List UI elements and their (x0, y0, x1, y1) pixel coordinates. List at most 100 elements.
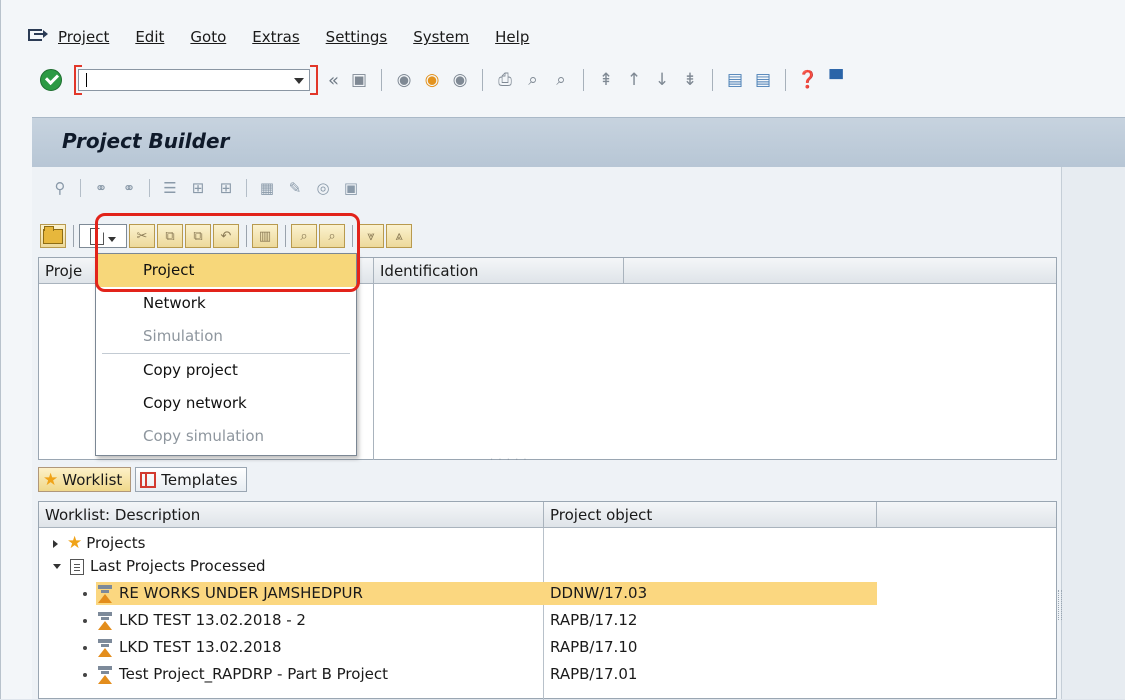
new-session-icon[interactable]: ▤ (724, 69, 746, 91)
template-icon (140, 471, 157, 488)
status-icon[interactable]: ◎ (312, 178, 334, 198)
menu-bar: Project Edit Goto Extras Settings System… (28, 22, 555, 52)
toolbar-separator (381, 69, 383, 91)
splitter-handle[interactable]: · · · · · (490, 455, 528, 466)
command-field-wrapper (74, 65, 318, 95)
command-history-dropdown-icon[interactable] (294, 78, 304, 84)
menu-settings[interactable]: Settings (326, 28, 388, 46)
project-object-value: RAPB/17.01 (550, 665, 638, 683)
bullet-icon (83, 618, 87, 623)
enter-check-icon[interactable] (40, 69, 62, 91)
table-row[interactable]: LKD TEST 13.02.2018 - 2 RAPB/17.12 (39, 609, 1056, 632)
hierarchy-icon[interactable]: ⊞ (187, 178, 209, 198)
next-page-icon[interactable]: ↓ (651, 69, 673, 91)
menu-item-copy-project[interactable]: Copy project (96, 354, 356, 387)
project-description: RE WORKS UNDER JAMSHEDPUR (119, 584, 363, 602)
project-description: LKD TEST 13.02.2018 - 2 (119, 611, 306, 629)
table-row[interactable]: RE WORKS UNDER JAMSHEDPUR DDNW/17.03 (39, 582, 1056, 605)
bullet-icon (83, 672, 87, 677)
structure-icon[interactable]: ☰ (159, 178, 181, 198)
switch-display-icon[interactable]: ⚲ (49, 178, 71, 198)
table-row[interactable]: Test Project_RAPDRP - Part B Project RAP… (39, 663, 1056, 686)
cancel-icon[interactable]: ◉ (449, 69, 471, 91)
expand-all-button[interactable]: ⩔ (358, 224, 384, 248)
customize-layout-icon[interactable]: ▀ (825, 69, 847, 91)
worklist-tabs: ★ Worklist Templates (38, 467, 251, 493)
project-description: Test Project_RAPDRP - Part B Project (119, 665, 388, 683)
paste-button[interactable]: ⧉ (185, 224, 211, 248)
undo-button[interactable]: ↶ (213, 224, 239, 248)
project-object-value: RAPB/17.10 (550, 638, 638, 656)
column-divider (373, 284, 374, 460)
collapse-all-button[interactable]: ⩓ (386, 224, 412, 248)
create-button[interactable] (79, 224, 127, 248)
first-page-icon[interactable]: ⇞ (595, 69, 617, 91)
expand-arrow-icon[interactable] (53, 539, 58, 548)
bullet-icon (83, 645, 87, 650)
standard-toolbar: « ▣ ◉ ◉ ◉ ⎙ ⌕ ⌕ ⇞ ↑ ↓ ⇟ ▤ ▤ ❓ ▀ (0, 60, 1125, 100)
find-button[interactable]: ⌕ (291, 224, 317, 248)
column-header-identification[interactable]: Identification (374, 258, 624, 284)
menu-edit[interactable]: Edit (135, 28, 164, 46)
project-object-value: DDNW/17.03 (550, 584, 648, 602)
table-row[interactable]: LKD TEST 13.02.2018 RAPB/17.10 (39, 636, 1056, 659)
last-page-icon[interactable]: ⇟ (679, 69, 701, 91)
collapse-arrow-icon[interactable] (53, 564, 61, 569)
right-panel (1062, 167, 1125, 699)
menu-item-project[interactable]: Project (96, 254, 356, 287)
menu-project[interactable]: Project (58, 28, 109, 46)
node-label: Last Projects Processed (90, 557, 266, 575)
find-icon[interactable]: ⌕ (522, 69, 544, 91)
menu-item-network[interactable]: Network (96, 287, 356, 320)
find-next-icon[interactable]: ⌕ (550, 69, 572, 91)
node-label: Projects (86, 534, 146, 552)
page-title: Project Builder (62, 129, 230, 153)
help-icon[interactable]: ❓ (797, 69, 819, 91)
back-icon[interactable]: ◉ (393, 69, 415, 91)
delete-button[interactable]: ▥ (252, 224, 278, 248)
column-header-project-object[interactable]: Project object (544, 502, 877, 528)
dropdown-arrow-icon (108, 236, 116, 242)
command-field[interactable] (78, 69, 310, 91)
pane-resize-handle[interactable] (1058, 590, 1062, 620)
tab-templates-label: Templates (161, 470, 238, 489)
column-header-description[interactable]: Worklist: Description (39, 502, 544, 528)
menu-item-copy-network[interactable]: Copy network (96, 387, 356, 420)
project-definition-icon (97, 611, 113, 630)
column-header-blank (877, 502, 1056, 528)
print-icon[interactable]: ⎙ (494, 69, 516, 91)
expand-icon[interactable]: ⚭ (90, 178, 112, 198)
find-next-button[interactable]: ⌕ (319, 224, 345, 248)
edit-icon[interactable]: ✎ (284, 178, 306, 198)
collapse-command-field-icon[interactable]: « (328, 70, 339, 91)
tree-node-last-projects[interactable]: Last Projects Processed (39, 555, 1056, 578)
application-toolbar: ⚲ ⚭ ⚭ ☰ ⊞ ⊞ ▦ ✎ ◎ ▣ (46, 176, 365, 200)
menu-extras[interactable]: Extras (252, 28, 299, 46)
settings-icon[interactable]: ▣ (340, 178, 362, 198)
toolbar-separator (712, 69, 714, 91)
star-icon: ★ (43, 469, 59, 490)
menu-help[interactable]: Help (495, 28, 529, 46)
menu-system[interactable]: System (413, 28, 469, 46)
save-icon[interactable]: ▣ (348, 69, 370, 91)
exit-menu-icon[interactable] (28, 29, 48, 45)
tab-worklist[interactable]: ★ Worklist (38, 467, 132, 492)
menu-goto[interactable]: Goto (190, 28, 226, 46)
previous-page-icon[interactable]: ↑ (623, 69, 645, 91)
star-icon: ★ (67, 533, 83, 553)
project-definition-icon (97, 665, 113, 684)
tree-node-projects[interactable]: ★ Projects (39, 532, 1056, 555)
create-dropdown-menu: Project Network Simulation Copy project … (95, 253, 357, 456)
exit-icon[interactable]: ◉ (421, 69, 443, 91)
table-icon[interactable]: ▦ (256, 178, 278, 198)
toolbar-separator (482, 69, 484, 91)
create-shortcut-icon[interactable]: ▤ (752, 69, 774, 91)
tab-templates[interactable]: Templates (135, 467, 247, 492)
collapse-icon[interactable]: ⚭ (118, 178, 140, 198)
copy-button[interactable]: ⧉ (157, 224, 183, 248)
open-folder-button[interactable] (40, 224, 66, 248)
network-graphic-icon[interactable]: ⊞ (215, 178, 237, 198)
cut-button[interactable]: ✂ (129, 224, 155, 248)
worklist-table: Worklist: Description Project object ★ P… (38, 501, 1057, 700)
folder-icon (43, 225, 63, 244)
